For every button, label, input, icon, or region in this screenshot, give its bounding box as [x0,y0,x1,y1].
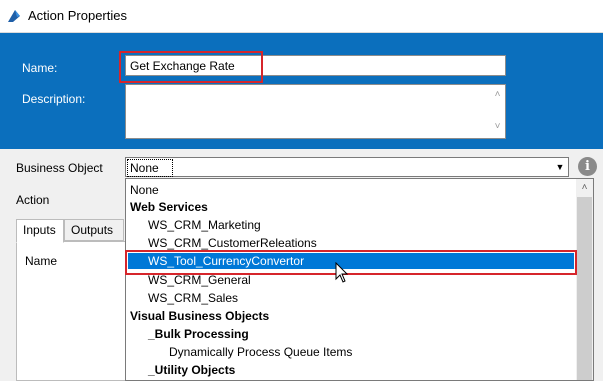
name-label: Name: [22,61,58,75]
description-label: Description: [22,92,86,106]
dropdown-group-web-services[interactable]: Web Services [130,199,208,215]
dropdown-item-ws-crm-sales[interactable]: WS_CRM_Sales [148,290,238,306]
name-field[interactable]: Get Exchange Rate [125,55,506,76]
dropdown-item-none[interactable]: None [130,182,159,198]
chevron-down-icon[interactable]: ▼ [554,161,566,173]
dropdown-group-bulk-processing[interactable]: _Bulk Processing [148,326,249,342]
title-bar: Action Properties [0,0,603,33]
scrollbar-thumb[interactable] [577,197,592,380]
scroll-up-icon[interactable]: ˄ [489,89,506,100]
action-label: Action [16,193,50,207]
mouse-cursor-icon [335,262,349,283]
business-object-combo[interactable]: None ▼ [125,157,569,177]
dropdown-item-ws-crm-customerreleations[interactable]: WS_CRM_CustomerReleations [148,235,317,251]
dropdown-group-visual-business-objects[interactable]: Visual Business Objects [130,308,269,324]
description-scrollbar[interactable]: ˄ ˅ [489,85,506,138]
dropdown-item-ws-tool-currencyconvertor[interactable]: WS_Tool_CurrencyConvertor [128,253,574,269]
description-field[interactable] [125,84,506,139]
info-icon[interactable]: i [578,157,597,176]
business-object-label: Business Object [16,161,103,175]
dropdown-item-ws-crm-marketing[interactable]: WS_CRM_Marketing [148,217,261,233]
tab-inputs[interactable]: Inputs [16,219,64,243]
inputs-tab-pane: Name [16,241,136,381]
dropdown-item-ws-crm-general[interactable]: WS_CRM_General [148,272,251,288]
scroll-down-icon[interactable]: ˅ [489,121,506,132]
blue-prism-icon [8,10,20,22]
tab-outputs[interactable]: Outputs [64,219,124,241]
name-column-header[interactable]: Name [25,254,57,268]
dropdown-scrollbar[interactable]: ˄ [576,179,593,380]
window-title: Action Properties [28,8,127,23]
scroll-up-icon[interactable]: ˄ [576,182,593,193]
business-object-dropdown-list[interactable]: None Web Services WS_CRM_Marketing WS_CR… [125,178,594,381]
dropdown-group-utility-objects[interactable]: _Utility Objects [148,362,235,378]
business-object-value: None [127,159,173,177]
dropdown-item-dynamically-process-queue-items[interactable]: Dynamically Process Queue Items [169,344,352,360]
